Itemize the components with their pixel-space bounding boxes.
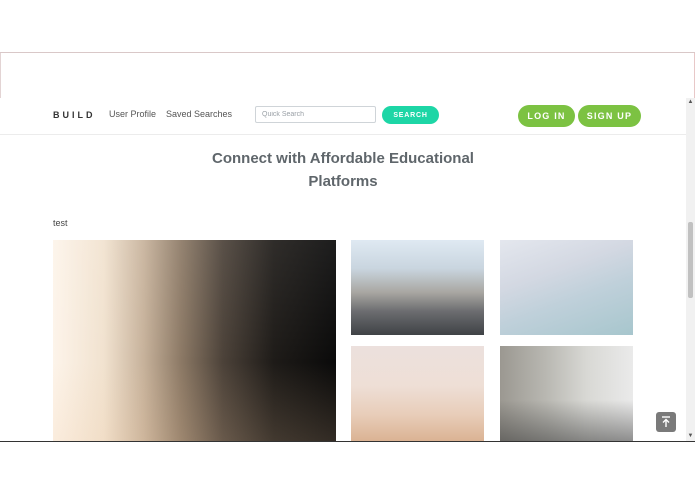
gallery-image-2[interactable] (500, 240, 633, 335)
vertical-scrollbar[interactable]: ▲ ▼ (686, 98, 695, 441)
gallery-image-3[interactable] (351, 346, 484, 441)
login-button[interactable]: LOG IN (518, 105, 575, 127)
nav-link-user-profile[interactable]: User Profile (109, 109, 156, 119)
strip-edge-left (0, 53, 1, 99)
scrollbar-thumb[interactable] (688, 222, 693, 298)
headline-line-2: Platforms (308, 173, 378, 190)
back-to-top-button[interactable] (656, 412, 676, 432)
brand-logo[interactable]: BUILD (53, 110, 96, 120)
page-headline: Connect with Affordable Educational Plat… (188, 147, 498, 193)
scroll-up-icon[interactable]: ▲ (686, 98, 695, 107)
section-label: test (53, 218, 68, 228)
headline-line-1: Connect with Affordable Educational (212, 150, 474, 167)
scroll-down-icon[interactable]: ▼ (686, 432, 695, 441)
browser-top-strip (0, 52, 695, 99)
arrow-up-to-line-icon (662, 416, 670, 427)
page-viewport: BUILD User Profile Saved Searches SEARCH… (0, 98, 695, 441)
signup-button[interactable]: SIGN UP (578, 105, 641, 127)
viewport-bottom-edge (0, 441, 695, 442)
gallery-image-4[interactable] (500, 346, 633, 441)
featured-image-large[interactable] (53, 240, 336, 441)
search-button[interactable]: SEARCH (382, 106, 439, 124)
gallery-image-1[interactable] (351, 240, 484, 335)
nav-link-saved-searches[interactable]: Saved Searches (166, 109, 232, 119)
navbar: BUILD User Profile Saved Searches SEARCH… (0, 98, 686, 135)
quick-search-input[interactable] (255, 106, 376, 123)
